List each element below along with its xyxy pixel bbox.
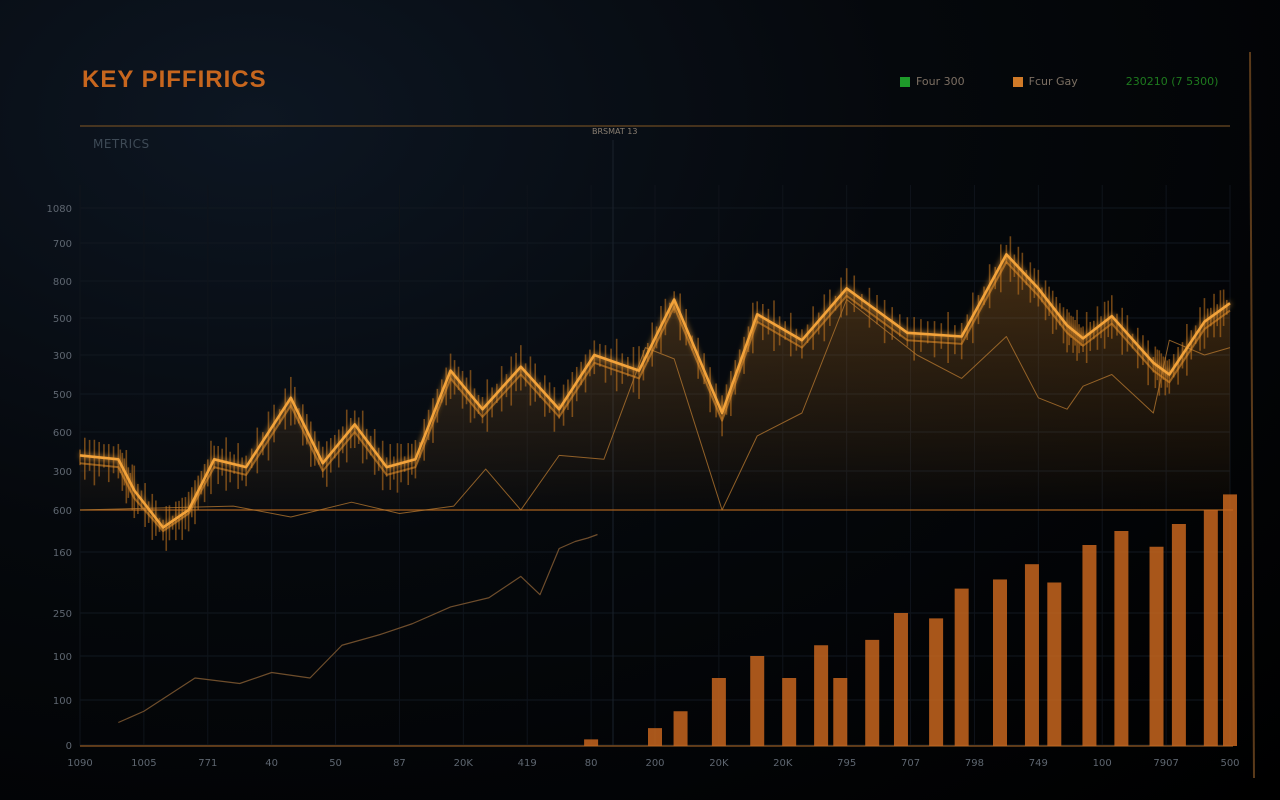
bar-10 <box>929 618 944 746</box>
chart-canvas: 1080700800500300500600300600160250100100… <box>47 51 1255 779</box>
x-tick-label-15: 749 <box>1029 758 1048 769</box>
y-tick-label-13: 0 <box>66 741 72 752</box>
bar-15 <box>1082 545 1097 746</box>
x-tick-label-6: 20K <box>454 758 474 769</box>
x-tick-label-4: 50 <box>329 758 342 769</box>
bar-6 <box>814 645 829 746</box>
x-tick-label-16: 100 <box>1093 758 1112 769</box>
x-tick-label-12: 795 <box>837 758 856 769</box>
bar-16 <box>1114 531 1129 746</box>
x-tick-label-0: 1090 <box>67 758 92 769</box>
bar-13 <box>1024 564 1039 746</box>
y-tick-label-0: 1080 <box>47 204 72 215</box>
y-tick-label-3: 500 <box>53 314 72 325</box>
series-line-thin-lower <box>118 533 598 724</box>
y-tick-label-11: 100 <box>53 652 72 663</box>
y-tick-label-10: 250 <box>53 609 72 620</box>
bar-18 <box>1171 524 1186 746</box>
y-tick-label-2: 800 <box>53 277 72 288</box>
x-tick-label-9: 200 <box>645 758 664 769</box>
bar-19 <box>1203 510 1218 746</box>
bar-14 <box>1047 582 1062 746</box>
bar-3 <box>711 678 726 746</box>
bar-20 <box>1223 494 1237 746</box>
bar-11 <box>954 588 969 746</box>
y-tick-label-7: 300 <box>53 467 72 478</box>
x-tick-label-10: 20K <box>709 758 729 769</box>
y-tick-label-9: 160 <box>53 548 72 559</box>
x-tick-label-18: 500 <box>1220 758 1239 769</box>
bar-1 <box>648 728 662 746</box>
x-tick-label-7: 419 <box>518 758 537 769</box>
x-tick-label-3: 40 <box>265 758 278 769</box>
y-tick-label-4: 300 <box>53 351 72 362</box>
y-tick-label-6: 600 <box>53 428 72 439</box>
x-tick-label-8: 80 <box>585 758 598 769</box>
y-tick-label-5: 500 <box>53 390 72 401</box>
y-tick-label-1: 700 <box>53 239 72 250</box>
bar-5 <box>782 678 797 746</box>
bar-0 <box>584 739 599 746</box>
bar-9 <box>893 613 908 746</box>
x-tick-label-1: 1005 <box>131 758 156 769</box>
bar-2 <box>673 711 688 746</box>
bar-17 <box>1149 546 1164 746</box>
x-tick-label-14: 798 <box>965 758 984 769</box>
y-tick-label-8: 600 <box>53 506 72 517</box>
y-tick-label-12: 100 <box>53 696 72 707</box>
x-tick-label-13: 707 <box>901 758 920 769</box>
bar-8 <box>865 639 880 746</box>
bar-4 <box>750 656 765 746</box>
x-tick-label-5: 87 <box>393 758 406 769</box>
x-tick-label-17: 7907 <box>1153 758 1178 769</box>
right-rule <box>1249 51 1255 779</box>
bar-12 <box>993 579 1007 746</box>
x-tick-label-11: 20K <box>773 758 793 769</box>
x-tick-label-2: 771 <box>198 758 217 769</box>
bar-7 <box>833 678 848 746</box>
